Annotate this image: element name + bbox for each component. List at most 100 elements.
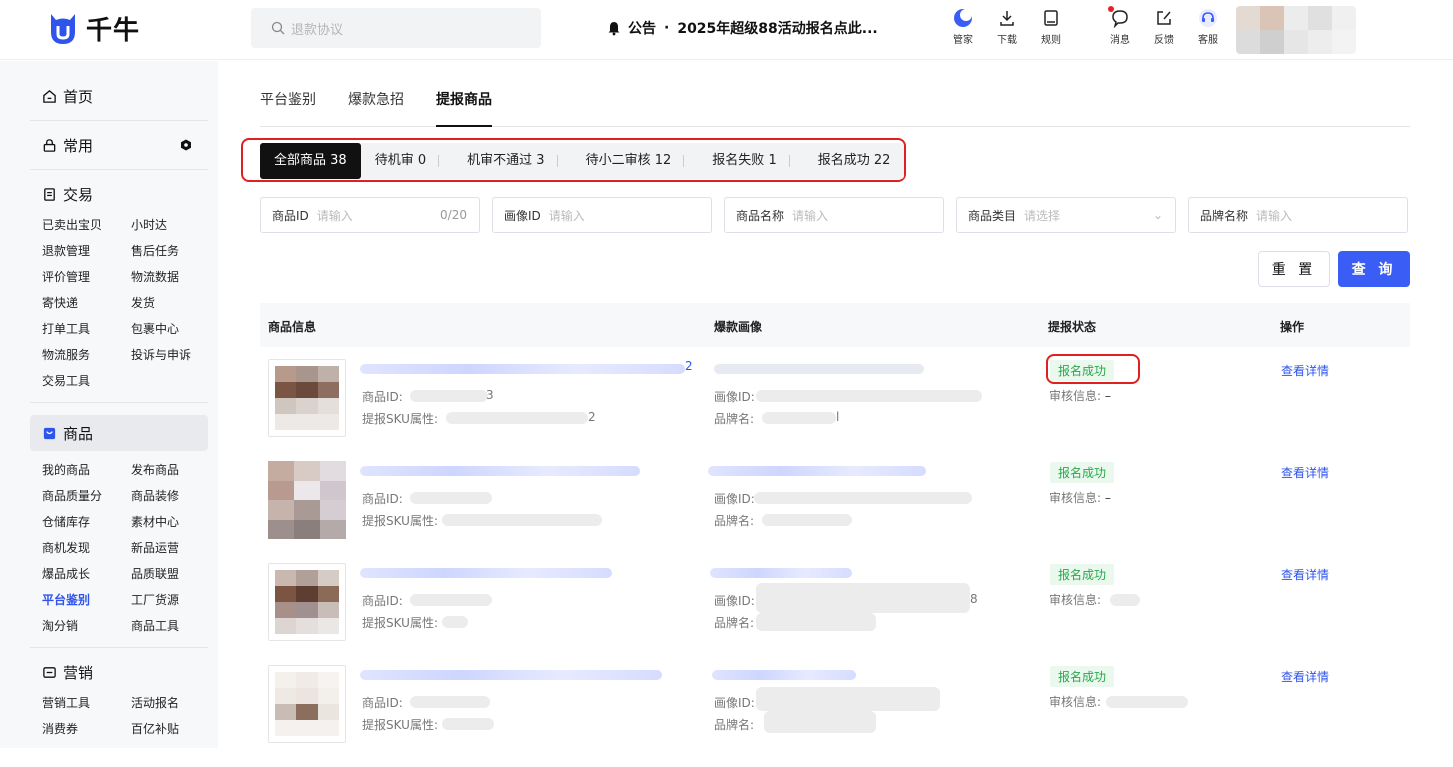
column-header: 商品信息 <box>268 320 317 334</box>
sidebar-link[interactable]: 小时达 <box>131 216 220 234</box>
brand-value <box>762 412 836 424</box>
feedback-icon <box>1157 11 1171 25</box>
field-placeholder: 请输入 <box>316 208 353 223</box>
product-name-field[interactable]: 商品名称 请输入 <box>724 197 944 233</box>
product-thumbnail[interactable] <box>268 665 346 743</box>
portrait-id-field[interactable]: 画像ID 请输入 <box>492 197 712 233</box>
sku-label: 提报SKU属性: <box>362 412 438 426</box>
table-row: 商品ID: 提报SKU属性: 画像ID: 8 品牌名: 报名成功 审核信息: 查… <box>260 563 1410 665</box>
product-id-label: 商品ID: <box>362 492 403 506</box>
sidebar-section-goods[interactable]: 商品 <box>30 415 208 451</box>
product-id-field[interactable]: 商品ID 请输入 0/20 <box>260 197 480 233</box>
sidebar-link[interactable]: 发货 <box>131 294 220 312</box>
product-thumbnail[interactable] <box>268 563 346 641</box>
sidebar-link[interactable]: 新品运营 <box>131 539 220 557</box>
sidebar-link[interactable]: 寄快递 <box>42 294 131 312</box>
message-button[interactable]: 消息 <box>1100 8 1140 46</box>
sidebar-link[interactable]: 百亿补贴 <box>131 720 220 738</box>
tab-submitted-goods[interactable]: 提报商品 <box>436 89 492 127</box>
brand-label: 品牌名: <box>714 412 755 426</box>
view-details-link[interactable]: 查看详情 <box>1281 362 1329 379</box>
sidebar-link[interactable]: 商机发现 <box>42 539 131 557</box>
status-badge: 报名成功 <box>1050 564 1115 585</box>
audit-info: 审核信息: <box>1049 591 1101 608</box>
sku-label: 提报SKU属性: <box>362 616 438 630</box>
product-thumbnail[interactable] <box>268 461 346 539</box>
service-button[interactable]: 客服 <box>1188 8 1228 46</box>
sidebar-link[interactable]: 物流服务 <box>42 346 131 364</box>
segment-count: 38 <box>330 153 347 168</box>
segment-failed[interactable]: 报名失败 1 <box>698 143 803 179</box>
query-button[interactable]: 查 询 <box>1338 251 1410 287</box>
reset-button[interactable]: 重 置 <box>1258 251 1330 287</box>
sidebar-link[interactable]: 售后任务 <box>131 242 220 260</box>
sidebar-link[interactable]: 商品质量分 <box>42 487 131 505</box>
sidebar-goods-links: 我的商品 发布商品 商品质量分 商品装修 仓储库存 素材中心 商机发现 新品运营… <box>30 461 208 635</box>
view-details-link[interactable]: 查看详情 <box>1281 464 1329 481</box>
sidebar-link[interactable]: 发布商品 <box>131 461 220 479</box>
sidebar-link[interactable]: 商品装修 <box>131 487 220 505</box>
sidebar-link[interactable]: 打单工具 <box>42 320 131 338</box>
manager-button[interactable]: 管家 <box>943 8 983 46</box>
sidebar-divider <box>30 647 208 648</box>
sidebar-link[interactable]: 评价管理 <box>42 268 131 286</box>
settings-icon[interactable] <box>180 139 192 151</box>
brand-name-field[interactable]: 品牌名称 请输入 <box>1188 197 1408 233</box>
tab-hot-recruit[interactable]: 爆款急招 <box>348 89 404 127</box>
feedback-button[interactable]: 反馈 <box>1144 8 1184 46</box>
sidebar-link[interactable]: 品质联盟 <box>131 565 220 583</box>
sidebar-link[interactable]: 我的商品 <box>42 461 131 479</box>
portrait-id-suffix: 8 <box>970 592 978 606</box>
app-logo[interactable]: 千牛 <box>48 10 140 47</box>
sidebar-link[interactable]: 退款管理 <box>42 242 131 260</box>
product-id-value <box>410 492 492 504</box>
product-title-link[interactable] <box>360 670 662 680</box>
segment-success[interactable]: 报名成功 22 <box>804 143 905 179</box>
search-input[interactable]: 退款协议 <box>251 8 541 48</box>
field-placeholder: 请输入 <box>792 208 829 223</box>
sidebar-section-trade[interactable]: 交易 <box>30 182 208 206</box>
sidebar-link[interactable]: 已卖出宝贝 <box>42 216 131 234</box>
marketing-icon <box>43 666 56 678</box>
portrait-title <box>710 568 852 578</box>
sidebar-link[interactable]: 营销工具 <box>42 694 131 712</box>
category-select[interactable]: 商品类目 请选择 ⌄ <box>956 197 1176 233</box>
column-header: 提报状态 <box>1048 320 1097 334</box>
product-thumbnail[interactable] <box>268 359 346 437</box>
sidebar-link[interactable]: 活动报名 <box>131 694 220 712</box>
sidebar-link[interactable]: 物流数据 <box>131 268 220 286</box>
segment-all[interactable]: 全部商品 38 <box>260 143 361 179</box>
sidebar-link[interactable]: 淘分销 <box>42 617 131 635</box>
sidebar-item-common[interactable]: 常用 <box>30 133 208 157</box>
rules-button[interactable]: 规则 <box>1031 8 1071 46</box>
announcement-bar[interactable]: 公告 · 2025年超级88活动报名点此... <box>606 18 878 38</box>
sidebar-link[interactable]: 投诉与申诉 <box>131 346 220 364</box>
segment-machine-rejected[interactable]: 机审不通过 3 <box>453 143 571 179</box>
segment-pending-machine[interactable]: 待机审 0 <box>361 143 453 179</box>
sidebar-link[interactable]: 仓储库存 <box>42 513 131 531</box>
product-title-link[interactable] <box>360 568 612 578</box>
view-details-link[interactable]: 查看详情 <box>1281 668 1329 685</box>
product-id-value <box>410 390 488 402</box>
sidebar-link[interactable]: 工厂货源 <box>131 591 220 609</box>
sidebar-link[interactable]: 爆品成长 <box>42 565 131 583</box>
sidebar-link[interactable]: 包裹中心 <box>131 320 220 338</box>
sidebar-item-home[interactable]: 首页 <box>30 84 208 108</box>
product-title-link[interactable] <box>360 466 640 476</box>
download-button[interactable]: 下载 <box>987 8 1027 46</box>
user-avatar[interactable] <box>1236 6 1356 54</box>
sidebar-section-marketing[interactable]: 营销 <box>30 660 208 684</box>
goods-icon <box>43 427 56 439</box>
view-details-link[interactable]: 查看详情 <box>1281 566 1329 583</box>
sidebar-marketing-title: 营销 <box>63 663 94 682</box>
sidebar-link[interactable]: 商品工具 <box>131 617 220 635</box>
sidebar-link[interactable]: 交易工具 <box>42 372 131 390</box>
sidebar-link[interactable]: 素材中心 <box>131 513 220 531</box>
search-icon <box>271 21 285 35</box>
tab-platform-identify[interactable]: 平台鉴别 <box>260 89 316 127</box>
sidebar-link[interactable]: 消费券 <box>42 720 131 738</box>
sku-label: 提报SKU属性: <box>362 514 438 528</box>
sidebar-link-active[interactable]: 平台鉴别 <box>42 591 131 609</box>
segment-pending-review[interactable]: 待小二审核 12 <box>572 143 699 179</box>
product-title-link[interactable] <box>360 364 685 374</box>
